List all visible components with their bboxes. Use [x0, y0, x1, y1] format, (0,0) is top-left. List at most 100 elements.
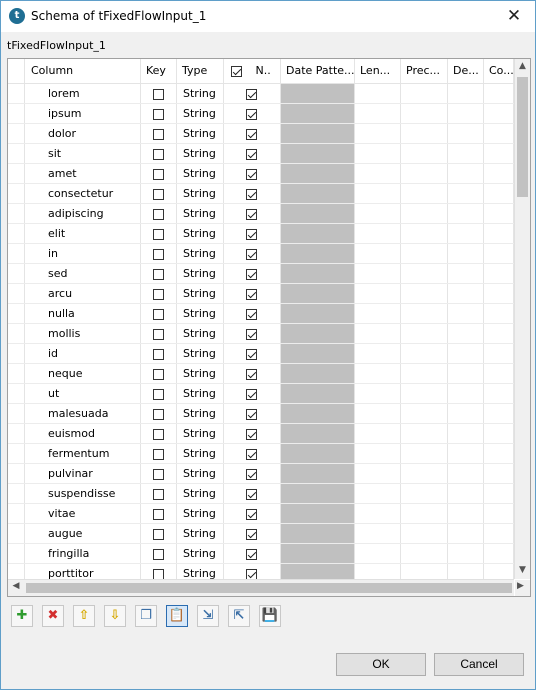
cell-column[interactable]: lorem	[25, 84, 141, 103]
nullable-checkbox[interactable]	[246, 108, 257, 120]
cell-column[interactable]: ut	[25, 384, 141, 403]
cell-key[interactable]	[141, 144, 177, 163]
scroll-left-icon[interactable]: ◀	[10, 581, 22, 591]
cell-type[interactable]: String	[177, 364, 224, 383]
cell-length[interactable]	[355, 264, 401, 283]
nullable-checkbox[interactable]	[246, 508, 257, 520]
cell-type[interactable]: String	[177, 424, 224, 443]
key-checkbox[interactable]	[153, 88, 164, 100]
cell-column[interactable]: sit	[25, 144, 141, 163]
cell-key[interactable]	[141, 224, 177, 243]
nullable-checkbox[interactable]	[246, 288, 257, 300]
cell-type[interactable]: String	[177, 504, 224, 523]
cell-nullable[interactable]	[224, 184, 281, 203]
key-checkbox[interactable]	[153, 228, 164, 240]
cell-column[interactable]: euismod	[25, 424, 141, 443]
cell-comment[interactable]	[484, 384, 514, 403]
header-default[interactable]: De...	[448, 59, 484, 83]
cell-precision[interactable]	[401, 304, 448, 323]
cell-type[interactable]: String	[177, 484, 224, 503]
key-checkbox[interactable]	[153, 128, 164, 140]
cell-precision[interactable]	[401, 364, 448, 383]
cell-nullable[interactable]	[224, 324, 281, 343]
key-checkbox[interactable]	[153, 548, 164, 560]
cell-length[interactable]	[355, 484, 401, 503]
cell-nullable[interactable]	[224, 304, 281, 323]
cell-column[interactable]: consectetur	[25, 184, 141, 203]
nullable-checkbox[interactable]	[246, 548, 257, 560]
cell-column[interactable]: dolor	[25, 124, 141, 143]
cell-nullable[interactable]	[224, 504, 281, 523]
ok-button[interactable]: OK	[336, 653, 426, 676]
cell-length[interactable]	[355, 84, 401, 103]
key-checkbox[interactable]	[153, 168, 164, 180]
cell-default[interactable]	[448, 224, 484, 243]
cell-precision[interactable]	[401, 484, 448, 503]
cell-type[interactable]: String	[177, 304, 224, 323]
cell-key[interactable]	[141, 124, 177, 143]
cell-column[interactable]: elit	[25, 224, 141, 243]
header-date-pattern[interactable]: Date Patte...	[281, 59, 355, 83]
key-checkbox[interactable]	[153, 108, 164, 120]
header-comment[interactable]: Co...	[484, 59, 514, 83]
nullable-checkbox[interactable]	[246, 488, 257, 500]
cell-type[interactable]: String	[177, 344, 224, 363]
header-nullable-checkbox[interactable]	[231, 65, 242, 77]
key-checkbox[interactable]	[153, 368, 164, 380]
copy-button[interactable]: ❐	[135, 605, 157, 627]
cell-column[interactable]: nulla	[25, 304, 141, 323]
cell-nullable[interactable]	[224, 284, 281, 303]
cell-comment[interactable]	[484, 444, 514, 463]
cell-nullable[interactable]	[224, 344, 281, 363]
cell-length[interactable]	[355, 124, 401, 143]
cell-key[interactable]	[141, 164, 177, 183]
cell-default[interactable]	[448, 424, 484, 443]
vertical-scrollbar[interactable]: ▲ ▼	[514, 59, 530, 579]
nullable-checkbox[interactable]	[246, 188, 257, 200]
table-row[interactable]: augue String	[8, 524, 514, 544]
cell-column[interactable]: fermentum	[25, 444, 141, 463]
cell-precision[interactable]	[401, 424, 448, 443]
cell-nullable[interactable]	[224, 444, 281, 463]
cell-key[interactable]	[141, 444, 177, 463]
cell-nullable[interactable]	[224, 404, 281, 423]
cell-default[interactable]	[448, 364, 484, 383]
scroll-up-icon[interactable]: ▲	[515, 61, 530, 73]
cell-default[interactable]	[448, 384, 484, 403]
cell-precision[interactable]	[401, 84, 448, 103]
cell-length[interactable]	[355, 364, 401, 383]
key-checkbox[interactable]	[153, 388, 164, 400]
cell-precision[interactable]	[401, 464, 448, 483]
key-checkbox[interactable]	[153, 248, 164, 260]
table-row[interactable]: in String	[8, 244, 514, 264]
cell-comment[interactable]	[484, 224, 514, 243]
cell-column[interactable]: sed	[25, 264, 141, 283]
cell-default[interactable]	[448, 524, 484, 543]
cell-key[interactable]	[141, 344, 177, 363]
cell-nullable[interactable]	[224, 224, 281, 243]
nullable-checkbox[interactable]	[246, 448, 257, 460]
cell-nullable[interactable]	[224, 424, 281, 443]
table-row[interactable]: fermentum String	[8, 444, 514, 464]
cell-column[interactable]: pulvinar	[25, 464, 141, 483]
table-row[interactable]: lorem String	[8, 84, 514, 104]
table-row[interactable]: pulvinar String	[8, 464, 514, 484]
cell-comment[interactable]	[484, 524, 514, 543]
cell-type[interactable]: String	[177, 224, 224, 243]
cell-comment[interactable]	[484, 304, 514, 323]
cell-key[interactable]	[141, 84, 177, 103]
cell-nullable[interactable]	[224, 164, 281, 183]
cell-length[interactable]	[355, 104, 401, 123]
table-row[interactable]: ipsum String	[8, 104, 514, 124]
cell-type[interactable]: String	[177, 124, 224, 143]
cell-default[interactable]	[448, 264, 484, 283]
cell-type[interactable]: String	[177, 464, 224, 483]
cell-nullable[interactable]	[224, 544, 281, 563]
cell-length[interactable]	[355, 344, 401, 363]
cell-length[interactable]	[355, 284, 401, 303]
cell-type[interactable]: String	[177, 264, 224, 283]
cell-key[interactable]	[141, 424, 177, 443]
scroll-down-icon[interactable]: ▼	[515, 565, 530, 577]
cell-key[interactable]	[141, 464, 177, 483]
cell-length[interactable]	[355, 204, 401, 223]
